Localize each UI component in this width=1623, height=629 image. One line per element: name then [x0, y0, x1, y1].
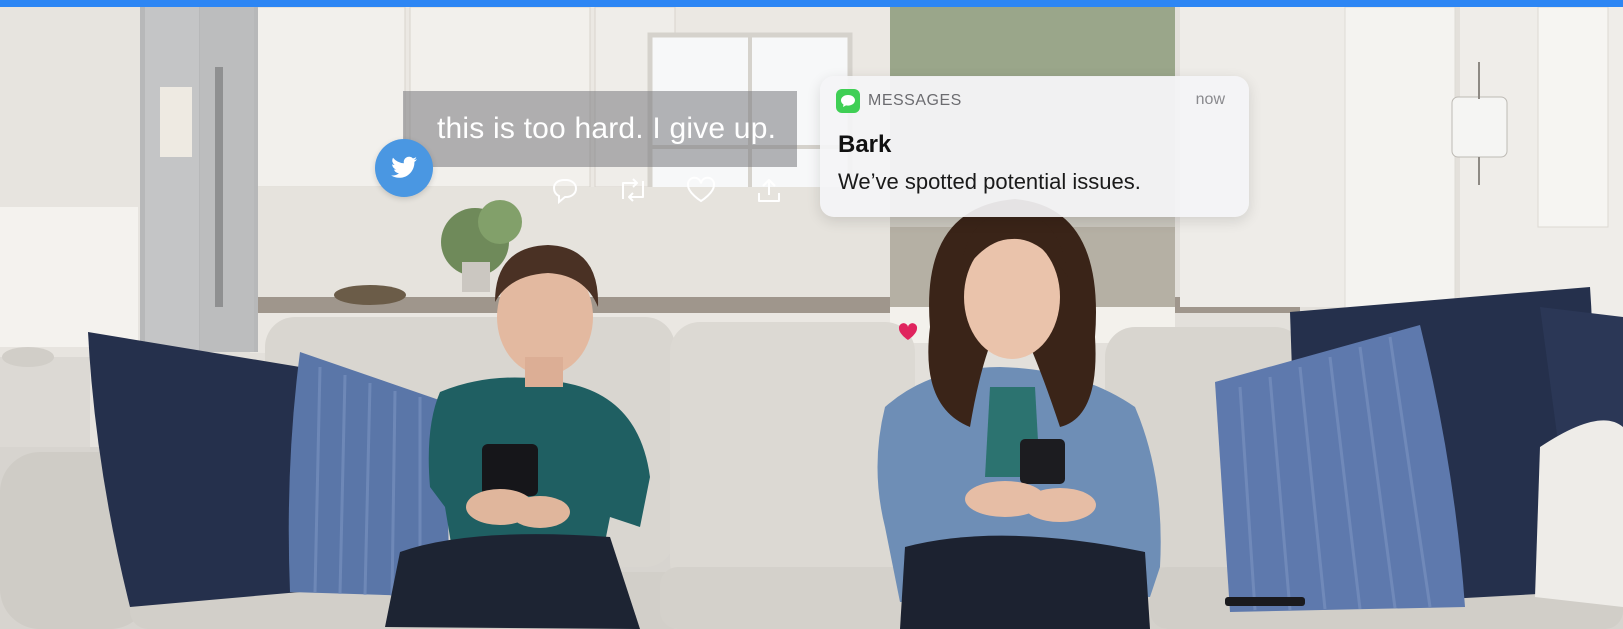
notification-time: now	[1195, 91, 1225, 108]
tweet-action-bar	[548, 173, 786, 207]
top-accent-bar	[0, 0, 1623, 7]
twitter-bird-icon	[375, 139, 433, 197]
like-icon[interactable]	[684, 173, 718, 207]
notification-app-name: MESSAGES	[868, 92, 962, 109]
reply-icon[interactable]	[548, 173, 582, 207]
notification-title: Bark	[838, 131, 892, 158]
living-room-photo	[0, 7, 1623, 629]
share-icon[interactable]	[752, 173, 786, 207]
tweet-text: this is too hard. I give up.	[403, 91, 797, 167]
retweet-icon[interactable]	[616, 173, 650, 207]
notification-body: We’ve spotted potential issues.	[838, 169, 1141, 194]
messages-notification[interactable]: MESSAGES now Bark We’ve spotted potentia…	[820, 76, 1249, 217]
heart-icon	[898, 323, 918, 346]
messages-icon	[836, 89, 860, 113]
